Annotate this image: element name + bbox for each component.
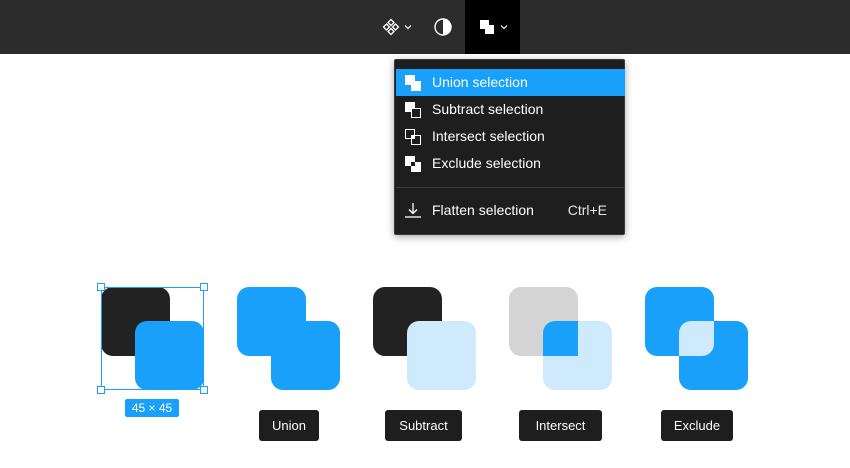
menu-item-label: Flatten selection: [432, 202, 534, 218]
union-icon: [405, 75, 421, 91]
intersect-icon: [405, 129, 421, 145]
flatten-icon: [405, 203, 421, 218]
menu-divider: [396, 187, 625, 188]
union-shape-b: [271, 321, 340, 390]
shortcut-label: Ctrl+E: [567, 202, 607, 218]
resize-handle-top-left[interactable]: [97, 283, 105, 291]
contrast-icon: [434, 18, 452, 36]
contrast-button[interactable]: [426, 0, 460, 54]
menu-item-label: Union selection: [432, 74, 528, 90]
resize-handle-bottom-right[interactable]: [200, 386, 208, 394]
union-label: Union: [259, 410, 319, 441]
resize-handle-bottom-left[interactable]: [97, 386, 105, 394]
menu-item-label: Intersect selection: [432, 128, 545, 144]
menu-item-subtract[interactable]: Subtract selection: [396, 96, 625, 123]
boolean-groups-button[interactable]: [465, 0, 520, 54]
resize-handle-top-right[interactable]: [200, 283, 208, 291]
exclude-overlap: [679, 321, 714, 356]
top-toolbar: [0, 0, 850, 54]
menu-item-intersect[interactable]: Intersect selection: [396, 123, 625, 150]
boolean-union-icon: [480, 20, 494, 34]
canvas: 45 × 45 Union Subtract Intersect Exclude: [0, 270, 850, 468]
subtract-shape-b: [407, 321, 476, 390]
menu-item-label: Exclude selection: [432, 155, 541, 171]
chevron-down-icon: [404, 24, 412, 30]
selection-frame[interactable]: [101, 287, 204, 390]
subtract-icon: [405, 102, 421, 118]
menu-item-flatten[interactable]: Flatten selection Ctrl+E: [396, 197, 625, 224]
subtract-label: Subtract: [385, 410, 462, 441]
size-badge: 45 × 45: [125, 399, 179, 417]
menu-item-union[interactable]: Union selection: [396, 69, 625, 96]
menu-item-exclude[interactable]: Exclude selection: [396, 150, 625, 177]
components-icon: [382, 18, 399, 36]
exclude-label: Exclude: [661, 410, 733, 441]
chevron-down-icon: [500, 24, 508, 30]
components-button[interactable]: [372, 0, 420, 54]
intersect-overlap: [543, 321, 578, 356]
boolean-operations-menu: Union selection Subtract selection Inter…: [394, 59, 625, 235]
exclude-icon: [405, 156, 421, 172]
menu-item-label: Subtract selection: [432, 101, 544, 117]
intersect-label: Intersect: [519, 410, 602, 441]
